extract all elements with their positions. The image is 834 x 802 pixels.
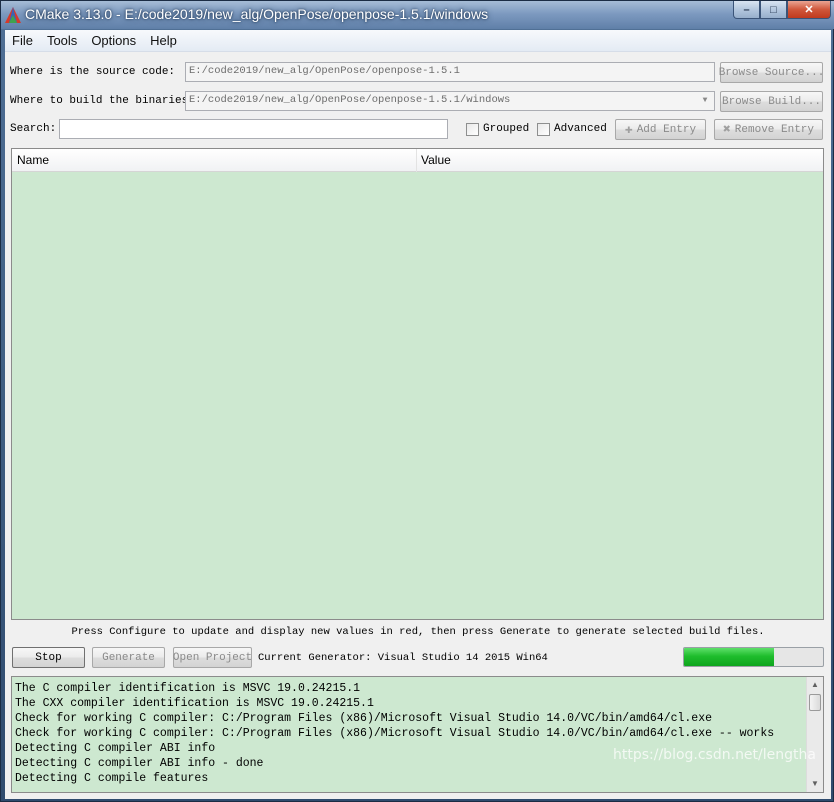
scrollbar-thumb[interactable] (809, 694, 821, 711)
minimize-button[interactable]: – (733, 1, 760, 19)
build-path-value: E:/code2019/new_alg/OpenPose/openpose-1.… (189, 94, 511, 106)
menu-options[interactable]: Options (84, 33, 143, 48)
menu-help[interactable]: Help (143, 33, 184, 48)
scroll-up-icon[interactable]: ▲ (807, 677, 823, 693)
open-project-button[interactable]: Open Project (173, 647, 252, 668)
advanced-label: Advanced (554, 123, 607, 135)
plus-icon: ✚ (624, 122, 633, 137)
log-line: Detecting C compile features (15, 772, 209, 785)
configure-hint: Press Configure to update and display ne… (71, 626, 765, 638)
browse-build-button[interactable]: Browse Build... (720, 91, 823, 112)
source-label: Where is the source code: (10, 66, 176, 78)
client-area: File Tools Options Help Where is the sou… (5, 30, 831, 799)
column-header-value[interactable]: Value (416, 149, 823, 172)
current-generator: Current Generator: Visual Studio 14 2015… (258, 652, 548, 664)
progress-bar (683, 647, 824, 667)
grouped-checkbox[interactable] (466, 123, 479, 136)
maximize-button[interactable]: □ (760, 1, 787, 19)
menu-tools[interactable]: Tools (40, 33, 84, 48)
cmake-window: CMake 3.13.0 - E:/code2019/new_alg/OpenP… (0, 0, 834, 802)
title-bar[interactable]: CMake 3.13.0 - E:/code2019/new_alg/OpenP… (1, 1, 834, 29)
menu-bar: File Tools Options Help (5, 30, 831, 52)
scroll-down-icon[interactable]: ▼ (807, 776, 823, 792)
table-header: Name Value (12, 149, 823, 172)
advanced-checkbox[interactable] (537, 123, 550, 136)
remove-x-icon: ✖ (722, 122, 731, 137)
window-title: CMake 3.13.0 - E:/code2019/new_alg/OpenP… (25, 6, 489, 22)
search-input[interactable] (59, 119, 448, 139)
generate-button[interactable]: Generate (92, 647, 165, 668)
browse-source-button[interactable]: Browse Source... (719, 62, 824, 83)
grouped-label: Grouped (483, 123, 530, 135)
build-path-combobox[interactable]: E:/code2019/new_alg/OpenPose/openpose-1.… (185, 91, 715, 111)
chevron-down-icon[interactable]: ▼ (698, 95, 712, 107)
progress-fill (684, 648, 775, 666)
stop-button[interactable]: Stop (12, 647, 85, 668)
output-log[interactable]: The C compiler identification is MSVC 19… (11, 676, 824, 793)
menu-file[interactable]: File (5, 33, 40, 48)
remove-entry-button[interactable]: ✖ Remove Entry (714, 119, 823, 140)
search-label: Search: (10, 123, 57, 135)
cmake-logo-icon (5, 7, 21, 23)
source-path-field[interactable]: E:/code2019/new_alg/OpenPose/openpose-1.… (185, 62, 715, 82)
cache-table[interactable]: Name Value (11, 148, 824, 620)
output-scrollbar[interactable]: ▲ ▼ (806, 677, 823, 792)
log-line: Check for working C compiler: C:/Program… (15, 727, 775, 740)
close-button[interactable]: ✕ (787, 1, 831, 19)
column-header-name[interactable]: Name (12, 149, 417, 172)
build-label: Where to build the binaries: (10, 95, 195, 107)
log-line: The C compiler identification is MSVC 19… (15, 682, 361, 695)
add-entry-label: Add Entry (636, 123, 697, 136)
log-line: The CXX compiler identification is MSVC … (15, 697, 374, 710)
watermark: https://blog.csdn.net/lengtha (613, 747, 816, 763)
add-entry-button[interactable]: ✚ Add Entry (615, 119, 706, 140)
window-controls: – □ ✕ (733, 1, 831, 19)
log-line: Check for working C compiler: C:/Program… (15, 712, 713, 725)
output-lines: The C compiler identification is MSVC 19… (15, 681, 774, 786)
remove-entry-label: Remove Entry (734, 123, 815, 136)
